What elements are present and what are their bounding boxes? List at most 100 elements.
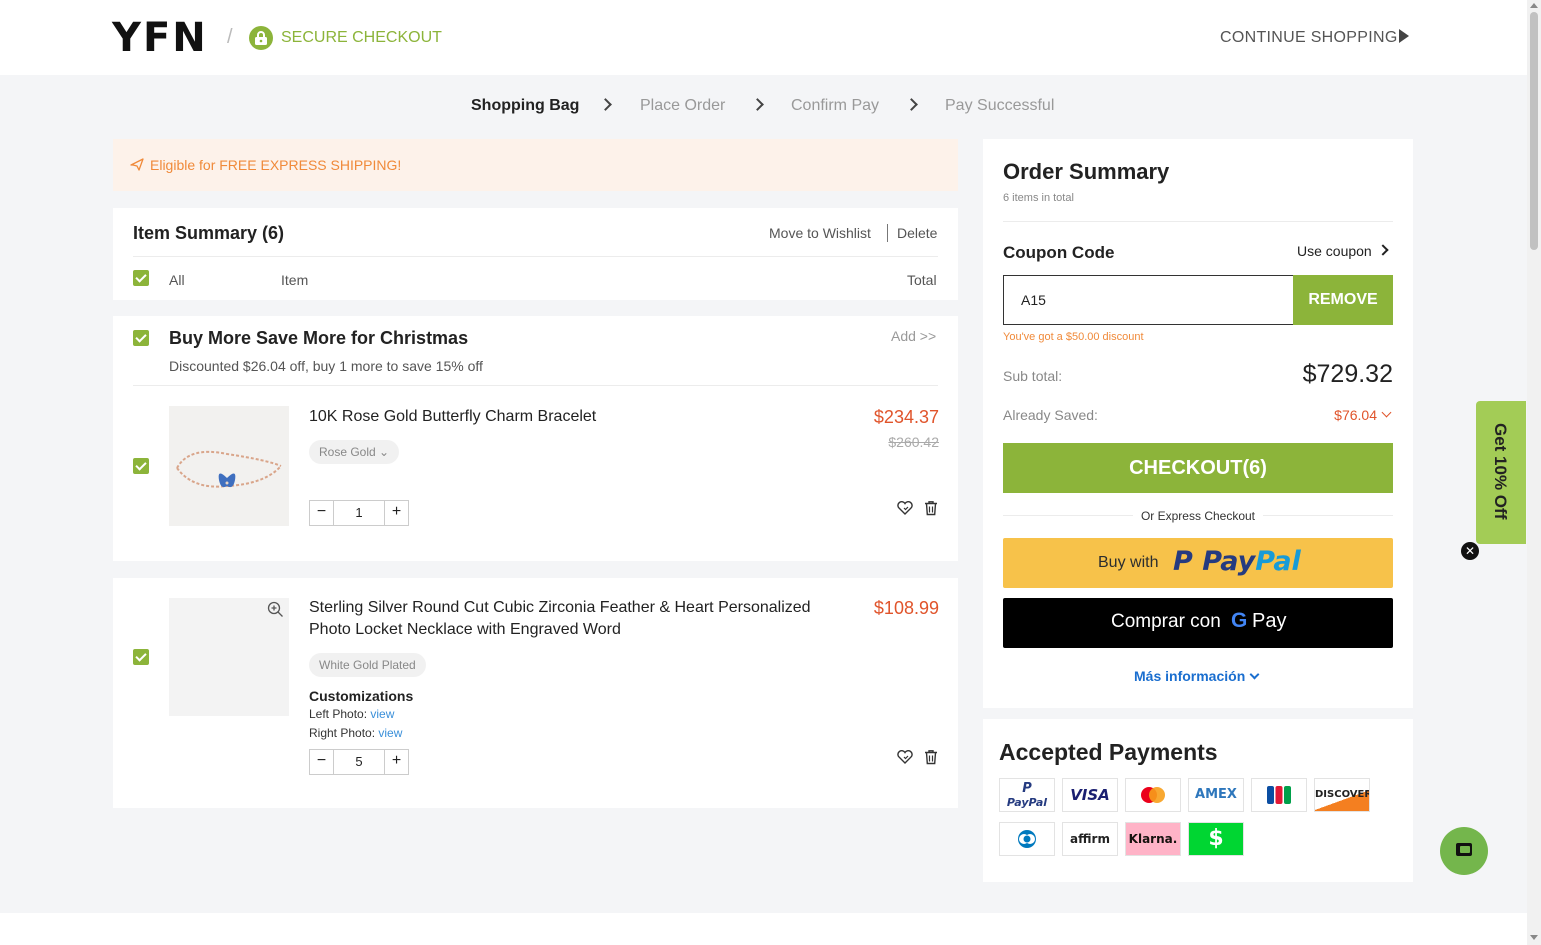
increase-quantity-button[interactable]: + (384, 501, 408, 525)
item-checkbox[interactable] (133, 649, 149, 665)
item-checkbox[interactable] (133, 458, 149, 474)
divider (887, 224, 888, 242)
scroll-up-arrow[interactable] (1530, 3, 1538, 8)
close-icon[interactable]: ✕ (1461, 542, 1479, 560)
step-place-order: Place Order (640, 97, 726, 114)
free-shipping-text: Eligible for FREE EXPRESS SHIPPING! (150, 157, 402, 173)
left-photo-view-link[interactable]: view (370, 707, 394, 721)
item-price: $108.99 (873, 598, 939, 618)
amex-card-icon: AMEX (1188, 778, 1244, 812)
affirm-icon: affirm (1062, 822, 1118, 856)
subtotal-label: Sub total: (1003, 368, 1063, 384)
product-name-line-2[interactable]: Photo Locket Necklace with Engraved Word (309, 619, 621, 641)
product-name-line-1[interactable]: Sterling Silver Round Cut Cubic Zirconia… (309, 597, 811, 619)
get-discount-label: Get 10% Off (1491, 423, 1510, 520)
right-photo-label: Right Photo: (309, 726, 376, 740)
footer (0, 913, 1527, 945)
move-to-wishlist-button[interactable]: Move to Wishlist (769, 225, 871, 241)
page-scrollbar[interactable] (1527, 0, 1541, 945)
all-label: All (169, 272, 185, 288)
quantity-value[interactable]: 1 (334, 505, 384, 520)
diners-club-icon (999, 822, 1055, 856)
chevron-down-icon[interactable] (1249, 669, 1260, 680)
coupon-discount-message: You've got a $50.00 discount (1003, 331, 1144, 343)
promo-group-subtitle: Discounted $26.04 off, buy 1 more to sav… (169, 358, 483, 374)
order-summary-title: Order Summary (1003, 159, 1170, 184)
more-info-link[interactable]: Más información (1134, 668, 1245, 684)
divider (133, 385, 938, 386)
step-shopping-bag: Shopping Bag (471, 97, 580, 114)
coupon-input[interactable] (1003, 275, 1294, 325)
google-pay-button[interactable]: Comprar con G Pay (1003, 598, 1393, 648)
lock-icon (249, 26, 273, 50)
use-coupon-link[interactable]: Use coupon (1297, 243, 1372, 259)
checkout-button[interactable]: CHECKOUT(6) (1003, 443, 1393, 493)
remove-coupon-button[interactable]: REMOVE (1293, 275, 1393, 325)
airplane-icon (130, 158, 144, 171)
quantity-stepper[interactable]: − 1 + (309, 500, 409, 526)
promo-group-panel: Buy More Save More for Christmas Discoun… (113, 316, 958, 561)
trash-icon[interactable] (922, 748, 940, 766)
chevron-right-icon (905, 98, 918, 111)
chevron-right-icon (599, 98, 612, 111)
divider (1003, 221, 1393, 222)
item-summary-panel: Item Summary (6) Move to Wishlist Delete… (113, 208, 958, 300)
decrease-quantity-button[interactable]: − (310, 750, 334, 774)
promo-group-title: Buy More Save More for Christmas (169, 328, 469, 348)
add-more-link[interactable]: Add >> (891, 328, 936, 344)
right-photo-row: Right Photo: view (309, 726, 402, 740)
product-name[interactable]: 10K Rose Gold Butterfly Charm Bracelet (309, 406, 596, 428)
paypal-button[interactable]: Buy with P PayPal (1003, 538, 1393, 588)
increase-quantity-button[interactable]: + (384, 750, 408, 774)
quantity-stepper[interactable]: − 5 + (309, 749, 409, 775)
order-summary-panel: Order Summary 6 items in total Coupon Co… (983, 139, 1413, 708)
chat-button[interactable] (1440, 827, 1488, 875)
chevron-right-icon[interactable] (1377, 244, 1389, 256)
variant-select[interactable]: Rose Gold ⌄ (309, 440, 400, 464)
discover-card-icon: DISCOVER (1314, 778, 1370, 812)
already-saved-value[interactable]: $76.04 (1334, 407, 1377, 423)
mastercard-icon (1125, 778, 1181, 812)
delete-button[interactable]: Delete (897, 225, 937, 241)
left-photo-label: Left Photo: (309, 707, 368, 721)
checkout-steps: Shopping Bag Place Order Confirm Pay Pay… (0, 97, 1527, 119)
quantity-value[interactable]: 5 (334, 754, 384, 769)
chevron-down-icon: ⌄ (379, 445, 390, 459)
left-photo-row: Left Photo: view (309, 707, 394, 721)
decrease-quantity-button[interactable]: − (310, 501, 334, 525)
yfn-logo[interactable]: YFN (112, 18, 208, 58)
step-pay-successful: Pay Successful (945, 97, 1055, 114)
header-separator: / (227, 26, 233, 48)
scrollbar-thumb[interactable] (1530, 12, 1538, 250)
trash-icon[interactable] (922, 499, 940, 517)
chevron-right-icon (751, 98, 764, 111)
divider (133, 256, 938, 257)
product-image-bracelet[interactable] (169, 406, 289, 526)
wishlist-heart-icon[interactable] (896, 499, 914, 517)
paypal-prefix: Buy with (1098, 554, 1159, 571)
visa-card-icon: VISA (1062, 778, 1118, 812)
play-arrow-icon[interactable] (1399, 29, 1409, 43)
group-checkbox[interactable] (133, 330, 149, 346)
chevron-down-icon[interactable] (1381, 407, 1392, 418)
zoom-in-icon[interactable] (267, 601, 284, 618)
item-column-header: Item (281, 272, 309, 288)
scroll-down-arrow[interactable] (1530, 935, 1538, 940)
jcb-card-icon (1251, 778, 1307, 812)
item-summary-title: Item Summary (6) (133, 223, 285, 243)
chat-icon-inner (1460, 846, 1470, 853)
gpay-pay-label: Pay (1252, 610, 1287, 632)
select-all-checkbox[interactable] (133, 270, 149, 286)
klarna-icon: Klarna. (1125, 822, 1181, 856)
item-price: $234.37 (873, 407, 939, 427)
get-discount-tab[interactable]: Get 10% Off (1476, 401, 1526, 544)
coupon-code-label: Coupon Code (1003, 243, 1115, 262)
google-g-icon: G (1231, 609, 1248, 632)
wishlist-heart-icon[interactable] (896, 748, 914, 766)
accepted-payments-panel: Accepted Payments P PayPal VISA AMEX DISC… (983, 719, 1413, 882)
right-photo-view-link[interactable]: view (378, 726, 402, 740)
cash-app-icon: $ (1188, 822, 1244, 856)
free-shipping-banner: Eligible for FREE EXPRESS SHIPPING! (113, 139, 958, 191)
secure-checkout-label: SECURE CHECKOUT (281, 29, 442, 46)
continue-shopping-link[interactable]: CONTINUE SHOPPING (1220, 29, 1398, 47)
